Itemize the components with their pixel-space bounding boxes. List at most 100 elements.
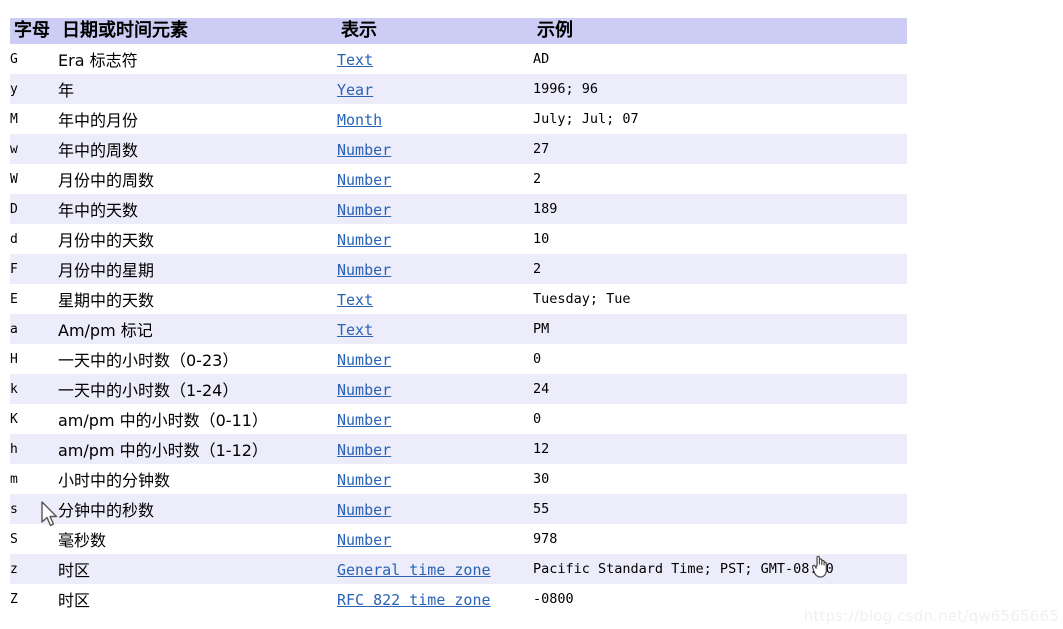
column-header-letter: 字母 bbox=[14, 20, 50, 41]
cell-letter: E bbox=[10, 291, 18, 307]
table-header-row: 字母 日期或时间元素 表示 示例 bbox=[10, 18, 907, 44]
representation-link[interactable]: Text bbox=[337, 51, 373, 69]
cell-letter: F bbox=[10, 261, 18, 277]
cell-representation: General time zone bbox=[337, 554, 533, 584]
representation-link[interactable]: Number bbox=[337, 231, 391, 249]
table-row: W 月份中的周数 Number 2 bbox=[10, 164, 907, 194]
cell-representation: Number bbox=[337, 254, 533, 284]
representation-link[interactable]: Month bbox=[337, 111, 382, 129]
cell-letter: h bbox=[10, 441, 18, 457]
representation-link[interactable]: Number bbox=[337, 381, 391, 399]
table-row: M 年中的月份 Month July; Jul; 07 bbox=[10, 104, 907, 134]
cell-element: 小时中的分钟数 bbox=[58, 471, 171, 490]
cell-example: 30 bbox=[533, 471, 550, 487]
cell-example: 27 bbox=[533, 141, 550, 157]
table-row: s 分钟中的秒数 Number 55 bbox=[10, 494, 907, 524]
representation-link[interactable]: Number bbox=[337, 411, 391, 429]
representation-link[interactable]: Text bbox=[337, 291, 373, 309]
cell-element: 年中的月份 bbox=[58, 111, 139, 130]
column-header-representation: 表示 bbox=[341, 20, 377, 41]
cell-representation: Number bbox=[337, 164, 533, 194]
cell-element: 一天中的小时数（1-24） bbox=[58, 381, 239, 400]
cell-example: 2 bbox=[533, 261, 542, 277]
representation-link[interactable]: Number bbox=[337, 141, 391, 159]
table-row: z 时区 General time zone Pacific Standard Tim… bbox=[10, 554, 907, 584]
cell-element: 星期中的天数 bbox=[58, 291, 155, 310]
representation-link[interactable]: Number bbox=[337, 201, 391, 219]
cell-letter: y bbox=[10, 81, 18, 97]
table-row: y 年 Year 1996; 96 bbox=[10, 74, 907, 104]
representation-link[interactable]: Number bbox=[337, 261, 391, 279]
cell-representation: Year bbox=[337, 74, 533, 104]
date-time-pattern-table: 字母 日期或时间元素 表示 示例 G Era 标志符 Text AD y 年 Year 199… bbox=[10, 18, 907, 614]
cell-element: 月份中的周数 bbox=[58, 171, 155, 190]
cell-letter: s bbox=[10, 501, 18, 517]
cell-letter: m bbox=[10, 471, 18, 487]
table-row: k 一天中的小时数（1-24） Number 24 bbox=[10, 374, 907, 404]
cell-representation: Number bbox=[337, 194, 533, 224]
cell-letter: S bbox=[10, 531, 18, 547]
cell-representation: Number bbox=[337, 404, 533, 434]
table-row: E 星期中的天数 Text Tuesday; Tue bbox=[10, 284, 907, 314]
cell-element: 月份中的星期 bbox=[58, 261, 155, 280]
cell-representation: RFC 822 time zone bbox=[337, 584, 533, 614]
cell-representation: Number bbox=[337, 224, 533, 254]
cell-example: 1996; 96 bbox=[533, 81, 599, 97]
cell-example: 12 bbox=[533, 441, 550, 457]
representation-link[interactable]: Text bbox=[337, 321, 373, 339]
cell-letter: H bbox=[10, 351, 18, 367]
cell-letter: w bbox=[10, 141, 18, 157]
representation-link[interactable]: Year bbox=[337, 81, 373, 99]
table-row: d 月份中的天数 Number 10 bbox=[10, 224, 907, 254]
cell-example: 10 bbox=[533, 231, 550, 247]
cell-example: 189 bbox=[533, 201, 558, 217]
table-header: 字母 日期或时间元素 表示 示例 bbox=[10, 18, 907, 44]
table-row: G Era 标志符 Text AD bbox=[10, 44, 907, 74]
cell-element: am/pm 中的小时数（1-12） bbox=[58, 441, 268, 460]
cell-representation: Number bbox=[337, 494, 533, 524]
cell-representation: Number bbox=[337, 524, 533, 554]
table-body: G Era 标志符 Text AD y 年 Year 1996; 96 M 年中的月份 Month J… bbox=[10, 44, 907, 614]
cell-representation: Number bbox=[337, 134, 533, 164]
cell-element: 时区 bbox=[58, 591, 91, 610]
table-row: H 一天中的小时数（0-23） Number 0 bbox=[10, 344, 907, 374]
cell-letter: k bbox=[10, 381, 18, 397]
cell-letter: Z bbox=[10, 591, 18, 607]
representation-link[interactable]: Number bbox=[337, 171, 391, 189]
cell-representation: Number bbox=[337, 344, 533, 374]
cell-element: Am/pm 标记 bbox=[58, 321, 153, 340]
cell-representation: Number bbox=[337, 434, 533, 464]
cell-example: 978 bbox=[533, 531, 558, 547]
representation-link[interactable]: Number bbox=[337, 351, 391, 369]
cell-element: am/pm 中的小时数（0-11） bbox=[58, 411, 268, 430]
table-row: D 年中的天数 Number 189 bbox=[10, 194, 907, 224]
representation-link[interactable]: General time zone bbox=[337, 561, 491, 579]
cell-element: 年 bbox=[58, 81, 75, 100]
cell-element: 毫秒数 bbox=[58, 531, 107, 550]
table-row: Z 时区 RFC 822 time zone -0800 bbox=[10, 584, 907, 614]
representation-link[interactable]: Number bbox=[337, 441, 391, 459]
cell-example: 2 bbox=[533, 171, 542, 187]
cell-letter: D bbox=[10, 201, 18, 217]
column-header-element: 日期或时间元素 bbox=[62, 20, 188, 41]
cell-example: 0 bbox=[533, 411, 542, 427]
cell-example: 55 bbox=[533, 501, 550, 517]
cell-letter: z bbox=[10, 561, 18, 577]
cell-element: 分钟中的秒数 bbox=[58, 501, 155, 520]
cell-letter: W bbox=[10, 171, 18, 187]
cell-element: 月份中的天数 bbox=[58, 231, 155, 250]
cell-letter: K bbox=[10, 411, 18, 427]
representation-link[interactable]: Number bbox=[337, 501, 391, 519]
cell-letter: G bbox=[10, 51, 18, 67]
representation-link[interactable]: RFC 822 time zone bbox=[337, 591, 491, 609]
cell-representation: Text bbox=[337, 314, 533, 344]
table-row: F 月份中的星期 Number 2 bbox=[10, 254, 907, 284]
cell-example: 0 bbox=[533, 351, 542, 367]
table-row: a Am/pm 标记 Text PM bbox=[10, 314, 907, 344]
cell-representation: Number bbox=[337, 464, 533, 494]
cell-letter: M bbox=[10, 111, 18, 127]
representation-link[interactable]: Number bbox=[337, 531, 391, 549]
table-row: h am/pm 中的小时数（1-12） Number 12 bbox=[10, 434, 907, 464]
watermark: https://blog.csdn.net/qw6565665 bbox=[803, 607, 1059, 625]
representation-link[interactable]: Number bbox=[337, 471, 391, 489]
